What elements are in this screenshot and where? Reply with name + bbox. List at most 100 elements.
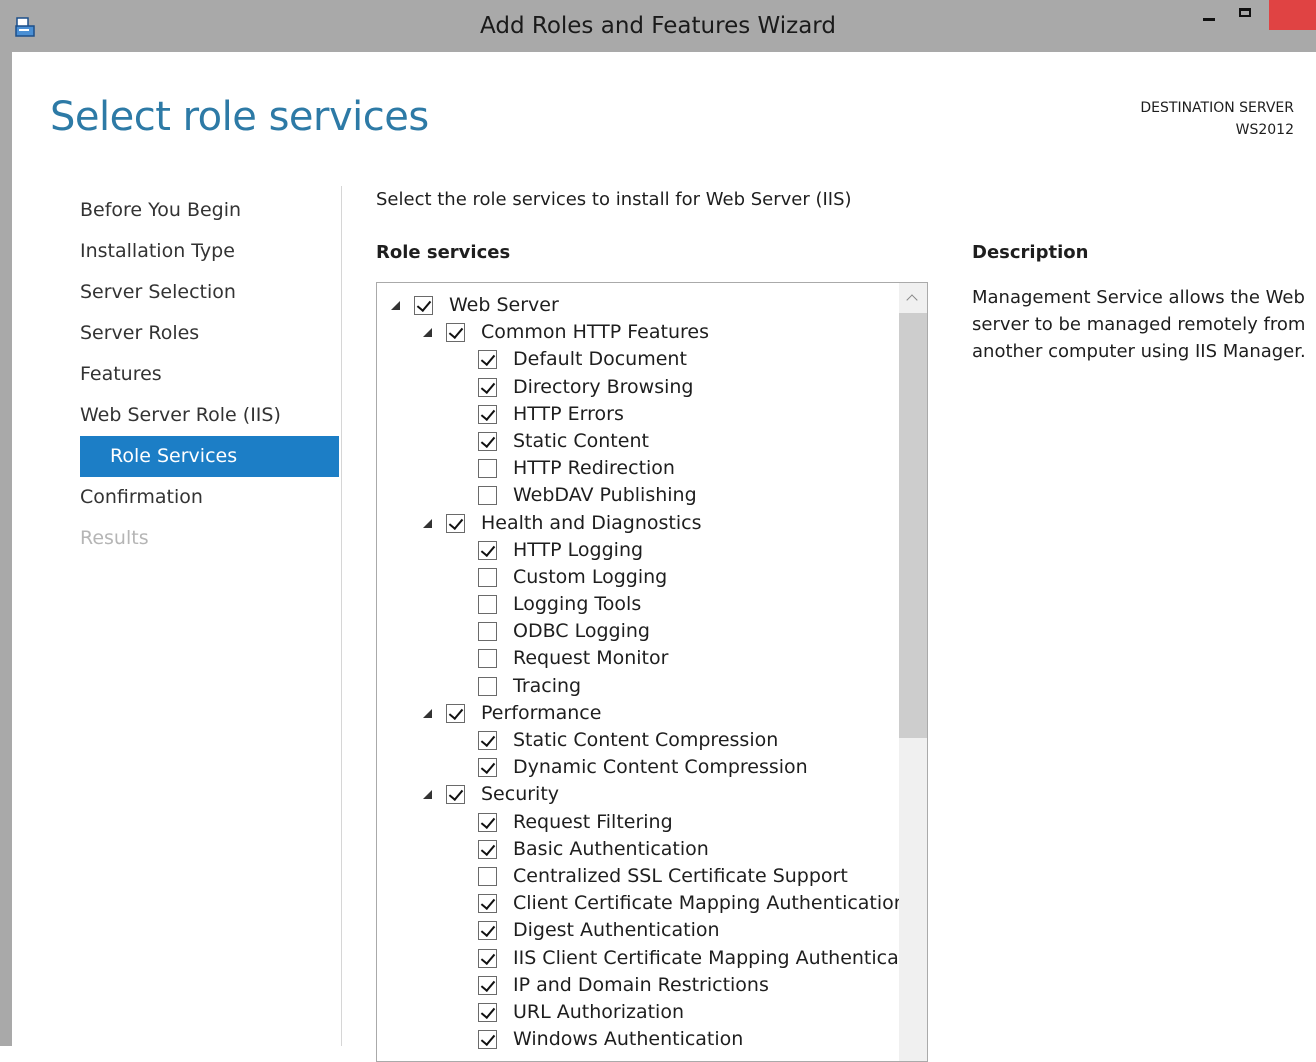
tree-item[interactable]: Common HTTP Features	[377, 319, 899, 346]
checkbox[interactable]	[478, 459, 497, 479]
checkbox[interactable]	[478, 1002, 497, 1022]
tree-item[interactable]: Static Content	[377, 428, 899, 455]
tree-item-label: Static Content Compression	[513, 729, 779, 751]
tree-item[interactable]: Basic Authentication	[377, 836, 899, 863]
checkbox[interactable]	[478, 812, 497, 832]
tree-item[interactable]: Client Certificate Mapping Authenticatio…	[377, 890, 906, 917]
checkbox[interactable]	[446, 323, 465, 343]
checkbox[interactable]	[446, 785, 465, 805]
tree-item[interactable]: IIS Client Certificate Mapping Authentic…	[377, 945, 922, 972]
nav-item-5[interactable]: Web Server Role (IIS)	[80, 395, 340, 436]
checkbox[interactable]	[478, 758, 497, 778]
collapse-arrow-icon[interactable]	[423, 518, 432, 528]
scroll-thumb[interactable]	[899, 313, 927, 738]
tree-item[interactable]: HTTP Errors	[377, 401, 899, 428]
checkbox[interactable]	[478, 622, 497, 642]
tree-item[interactable]: Request Monitor	[377, 645, 899, 672]
nav-item-3[interactable]: Server Roles	[80, 313, 340, 354]
nav-item-7[interactable]: Confirmation	[80, 477, 340, 518]
tree-item[interactable]: IP and Domain Restrictions	[377, 972, 899, 999]
collapse-arrow-icon[interactable]	[423, 328, 432, 338]
checkbox[interactable]	[478, 567, 497, 587]
tree-item[interactable]: Tracing	[377, 673, 899, 700]
tree-item[interactable]: Dynamic Content Compression	[377, 754, 899, 781]
scroll-up-icon[interactable]	[906, 294, 918, 306]
nav-divider	[341, 186, 342, 1046]
tree-item[interactable]: Windows Authentication	[377, 1026, 899, 1053]
checkbox[interactable]	[478, 839, 497, 859]
tree-item-label: Health and Diagnostics	[481, 511, 702, 534]
tree-item-label: Dynamic Content Compression	[513, 756, 808, 779]
tree-item[interactable]: Directory Browsing	[377, 374, 899, 401]
checkbox[interactable]	[478, 595, 497, 615]
destination-server: DESTINATION SERVER WS2012	[1140, 97, 1294, 141]
tree-item-label: Custom Logging	[513, 565, 668, 588]
vertical-scrollbar[interactable]	[899, 283, 927, 1061]
tree-item-label: Static Content	[513, 429, 649, 452]
checkbox[interactable]	[478, 731, 497, 750]
nav-item-4[interactable]: Features	[80, 354, 340, 395]
tree-item[interactable]: Custom Logging	[377, 564, 899, 591]
minimize-button[interactable]	[1193, 0, 1227, 30]
tree-item[interactable]: WebDAV Publishing	[377, 482, 899, 509]
checkbox[interactable]	[478, 1030, 497, 1050]
role-services-tree[interactable]: Web Server Common HTTP Features Default Do…	[376, 282, 928, 1062]
nav-item-6[interactable]: Role Services	[80, 436, 339, 477]
checkbox[interactable]	[478, 486, 497, 506]
tree-item-label: Client Certificate Mapping Authenticatio…	[513, 892, 906, 915]
nav-item-2[interactable]: Server Selection	[80, 272, 340, 313]
collapse-arrow-icon[interactable]	[391, 301, 400, 310]
tree-item[interactable]: Performance	[377, 700, 899, 727]
tree-item[interactable]: Health and Diagnostics	[377, 510, 899, 537]
tree-item-label: Performance	[481, 701, 602, 724]
destination-label: DESTINATION SERVER	[1140, 100, 1294, 116]
nav-item-0[interactable]: Before You Begin	[80, 190, 340, 231]
checkbox[interactable]	[478, 975, 497, 995]
checkbox[interactable]	[478, 350, 497, 370]
description-heading: Description	[972, 242, 1089, 263]
tree-item[interactable]: Digest Authentication	[377, 917, 899, 944]
checkbox[interactable]	[478, 649, 497, 669]
tree-item[interactable]: Web Server	[377, 292, 899, 319]
wizard-nav: Before You Begin Installation Type Server …	[80, 190, 340, 559]
checkbox[interactable]	[446, 513, 465, 533]
tree-item[interactable]: Default Document	[377, 346, 899, 373]
nav-item-1[interactable]: Installation Type	[80, 231, 340, 272]
checkbox[interactable]	[478, 377, 497, 397]
tree-item[interactable]: Centralized SSL Certificate Support	[377, 863, 899, 890]
checkbox[interactable]	[478, 866, 497, 886]
tree-item[interactable]: HTTP Logging	[377, 537, 899, 564]
checkbox[interactable]	[446, 703, 465, 723]
page-title: Select role services	[50, 94, 429, 140]
tree-item-label: Web Server	[449, 294, 559, 316]
checkbox[interactable]	[478, 540, 497, 560]
tree-item[interactable]: ODBC Logging	[377, 618, 899, 645]
tree-item[interactable]: URL Authorization	[377, 999, 899, 1026]
window-title: Add Roles and Features Wizard	[480, 13, 836, 39]
checkbox[interactable]	[414, 296, 433, 315]
tree-item-label: WebDAV Publishing	[513, 484, 697, 507]
checkbox[interactable]	[478, 948, 497, 968]
maximize-button[interactable]	[1228, 0, 1262, 30]
checkbox[interactable]	[478, 921, 497, 941]
tree-item[interactable]: HTTP Redirection	[377, 455, 899, 482]
tree-item[interactable]: Logging Tools	[377, 591, 899, 618]
checkbox[interactable]	[478, 894, 497, 914]
tree-item-label: HTTP Errors	[513, 402, 624, 425]
intro-text: Select the role services to install for …	[376, 189, 852, 210]
checkbox[interactable]	[478, 404, 497, 424]
role-services-heading: Role services	[376, 242, 511, 263]
tree-item[interactable]: Request Filtering	[377, 809, 899, 836]
tree-item-label: Request Monitor	[513, 647, 669, 670]
tree-item-label: Security	[481, 783, 560, 806]
tree-item[interactable]: Security	[377, 781, 899, 808]
checkbox[interactable]	[478, 676, 497, 696]
close-button[interactable]	[1269, 0, 1316, 30]
checkbox[interactable]	[478, 431, 497, 451]
tree-item[interactable]: Static Content Compression	[377, 727, 899, 754]
title-bar[interactable]: Add Roles and Features Wizard	[0, 0, 1316, 52]
window-frame	[0, 52, 12, 1046]
collapse-arrow-icon[interactable]	[423, 790, 432, 800]
collapse-arrow-icon[interactable]	[423, 708, 432, 718]
tree-item-label: Windows Authentication	[513, 1028, 744, 1051]
